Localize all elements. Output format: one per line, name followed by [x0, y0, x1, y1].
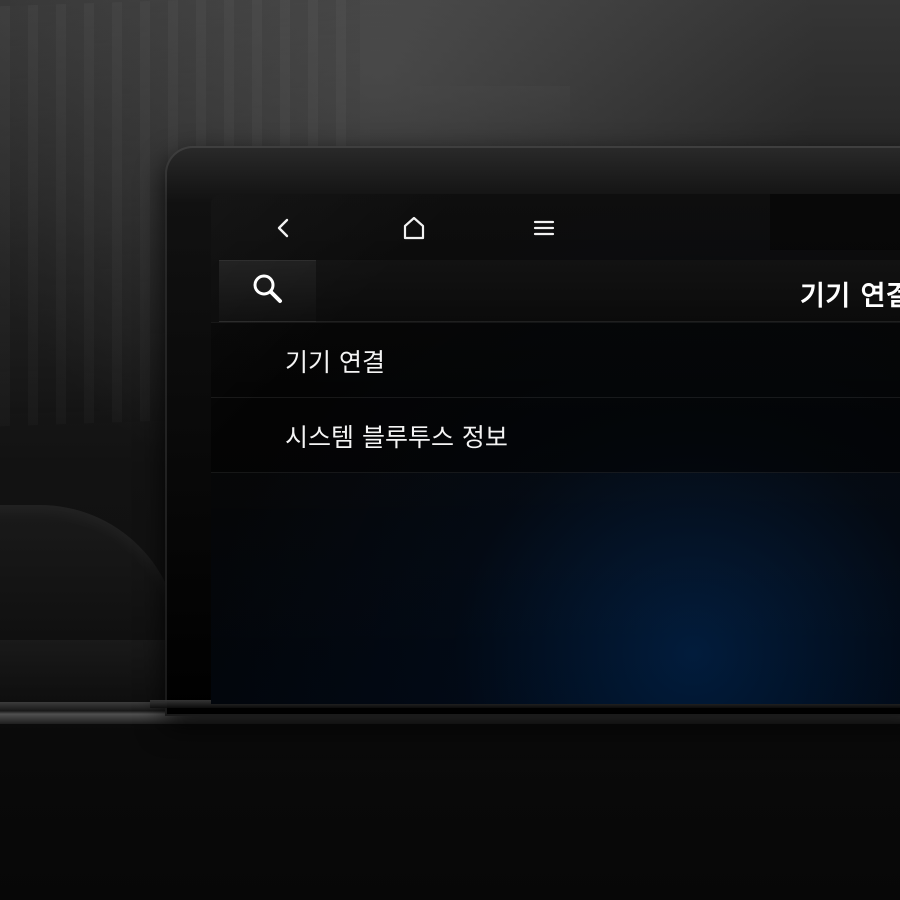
page-title: 기기 연결: [800, 281, 900, 312]
list-item-system-bluetooth-info[interactable]: 시스템 블루투스 정보: [211, 398, 900, 473]
search-button[interactable]: [219, 260, 317, 322]
list-item-device-connection[interactable]: 기기 연결: [211, 322, 900, 398]
list-item-label: 시스템 블루투스 정보: [285, 423, 508, 452]
infotainment-screen: 기기 연결 기기 연결 시스템 블루투스 정보: [211, 194, 900, 704]
settings-list: 기기 연결 시스템 블루투스 정보: [211, 322, 900, 473]
status-area: [770, 194, 900, 250]
top-navigation-bar: [211, 194, 900, 260]
back-button[interactable]: [258, 206, 310, 250]
menu-button[interactable]: [518, 206, 570, 250]
search-icon: [249, 270, 287, 312]
car-infotainment-scene: 기기 연결 기기 연결 시스템 블루투스 정보: [0, 0, 900, 900]
chevron-left-icon: [272, 216, 296, 240]
home-button[interactable]: [388, 206, 440, 250]
home-icon: [400, 215, 428, 241]
list-item-label: 기기 연결: [285, 348, 385, 377]
hamburger-menu-icon: [532, 218, 556, 238]
